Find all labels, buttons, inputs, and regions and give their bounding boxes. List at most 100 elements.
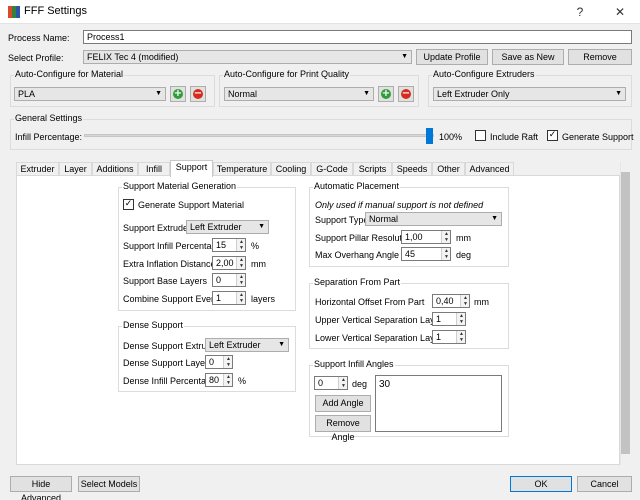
close-icon[interactable]: ✕ xyxy=(600,0,640,24)
spinner-arrows[interactable]: ▲ ▼ xyxy=(236,292,245,304)
tab-temperature[interactable]: Temperature xyxy=(213,162,271,176)
max-overhang-unit: deg xyxy=(456,250,472,260)
infill-slider-thumb[interactable] xyxy=(426,128,433,144)
spin-down-icon[interactable]: ▼ xyxy=(462,301,469,307)
quality-select[interactable]: Normal ▼ xyxy=(224,87,374,101)
spinner-arrows[interactable]: ▲ ▼ xyxy=(338,377,347,389)
support-type-value: Normal xyxy=(369,214,399,224)
add-quality-button[interactable]: + xyxy=(378,86,394,102)
plus-icon: + xyxy=(381,88,391,99)
chevron-down-icon: ▼ xyxy=(401,53,408,60)
infill-slider-track[interactable] xyxy=(84,134,434,137)
update-profile-button[interactable]: Update Profile xyxy=(416,49,488,65)
hide-advanced-button[interactable]: Hide Advanced xyxy=(10,476,72,500)
chevron-down-icon: ▼ xyxy=(615,90,622,97)
angle-input-spinner[interactable]: 0 ▲ ▼ xyxy=(314,376,348,390)
spin-down-icon[interactable]: ▼ xyxy=(340,383,347,389)
separation-title: Separation From Part xyxy=(313,277,402,287)
support-extruder-select[interactable]: Left Extruder ▼ xyxy=(186,220,269,234)
select-models-button[interactable]: Select Models xyxy=(78,476,140,492)
tab-additions[interactable]: Additions xyxy=(92,162,138,176)
dense-layers-spinner[interactable]: 0 ▲ ▼ xyxy=(205,355,233,369)
remove-material-button[interactable]: − xyxy=(190,86,206,102)
tab-support[interactable]: Support xyxy=(170,160,213,177)
spinner-arrows[interactable]: ▲ ▼ xyxy=(236,274,245,286)
spin-down-icon[interactable]: ▼ xyxy=(238,298,245,304)
remove-profile-button[interactable]: Remove xyxy=(568,49,632,65)
tab-infill[interactable]: Infill xyxy=(138,162,170,176)
spin-down-icon[interactable]: ▼ xyxy=(225,380,232,386)
max-overhang-value: 45 xyxy=(405,249,416,259)
chevron-down-icon: ▼ xyxy=(363,90,370,97)
spin-down-icon[interactable]: ▼ xyxy=(458,337,465,343)
dense-infill-spinner[interactable]: 80 ▲ ▼ xyxy=(205,373,233,387)
combine-support-spinner[interactable]: 1 ▲ ▼ xyxy=(212,291,246,305)
spin-down-icon[interactable]: ▼ xyxy=(443,254,450,260)
chevron-down-icon: ▼ xyxy=(278,341,285,348)
panel-scrollbar-thumb[interactable] xyxy=(621,172,630,454)
process-name-input[interactable] xyxy=(83,30,632,44)
spinner-arrows[interactable]: ▲ ▼ xyxy=(236,239,245,251)
extruders-select[interactable]: Left Extruder Only ▼ xyxy=(433,87,626,101)
spinner-arrows[interactable]: ▲ ▼ xyxy=(441,231,450,243)
tab-gcode[interactable]: G-Code xyxy=(311,162,353,176)
spin-down-icon[interactable]: ▼ xyxy=(238,263,245,269)
spinner-arrows[interactable]: ▲ ▼ xyxy=(456,313,465,325)
add-angle-button[interactable]: Add Angle xyxy=(315,395,371,412)
tab-layer[interactable]: Layer xyxy=(59,162,92,176)
dense-layers-label: Dense Support Layers xyxy=(123,358,213,368)
support-infill-percentage-unit: % xyxy=(251,241,260,251)
support-type-label: Support Type xyxy=(315,215,369,225)
tab-speeds[interactable]: Speeds xyxy=(392,162,432,176)
infill-percentage-value: 100% xyxy=(439,132,463,142)
spin-down-icon[interactable]: ▼ xyxy=(238,245,245,251)
profile-select[interactable]: FELIX Tec 4 (modified) ▼ xyxy=(83,50,412,64)
upper-separation-spinner[interactable]: 1 ▲ ▼ xyxy=(432,312,466,326)
app-icon xyxy=(8,6,20,18)
dense-infill-value: 80 xyxy=(209,375,220,385)
tab-other[interactable]: Other xyxy=(432,162,465,176)
remove-angle-button[interactable]: Remove Angle xyxy=(315,415,371,442)
save-as-new-button[interactable]: Save as New xyxy=(492,49,564,65)
help-button[interactable]: ? xyxy=(560,0,600,24)
max-overhang-spinner[interactable]: 45 ▲ ▼ xyxy=(401,247,451,261)
infill-angles-title: Support Infill Angles xyxy=(313,359,395,369)
spinner-arrows[interactable]: ▲ ▼ xyxy=(460,295,469,307)
remove-quality-button[interactable]: − xyxy=(398,86,414,102)
spinner-arrows[interactable]: ▲ ▼ xyxy=(223,356,232,368)
spinner-arrows[interactable]: ▲ ▼ xyxy=(223,374,232,386)
spin-down-icon[interactable]: ▼ xyxy=(225,362,232,368)
support-base-layers-spinner[interactable]: 0 ▲ ▼ xyxy=(212,273,246,287)
material-select[interactable]: PLA ▼ xyxy=(14,87,166,101)
lower-separation-spinner[interactable]: 1 ▲ ▼ xyxy=(432,330,466,344)
ok-button[interactable]: OK xyxy=(510,476,572,492)
generate-support-checkbox[interactable]: ✓ xyxy=(547,130,558,141)
spin-down-icon[interactable]: ▼ xyxy=(458,319,465,325)
spin-down-icon[interactable]: ▼ xyxy=(238,280,245,286)
spinner-arrows[interactable]: ▲ ▼ xyxy=(441,248,450,260)
support-generation-title: Support Material Generation xyxy=(122,181,238,191)
support-extruder-value: Left Extruder xyxy=(190,222,242,232)
spin-down-icon[interactable]: ▼ xyxy=(443,237,450,243)
support-extruder-label: Support Extruder xyxy=(123,223,192,233)
spinner-arrows[interactable]: ▲ ▼ xyxy=(456,331,465,343)
spinner-arrows[interactable]: ▲ ▼ xyxy=(236,257,245,269)
support-infill-percentage-spinner[interactable]: 15 ▲ ▼ xyxy=(212,238,246,252)
general-settings-title: General Settings xyxy=(14,113,84,123)
dense-extruder-select[interactable]: Left Extruder ▼ xyxy=(205,338,289,352)
horizontal-offset-spinner[interactable]: 0,40 ▲ ▼ xyxy=(432,294,470,308)
tab-advanced[interactable]: Advanced xyxy=(465,162,514,176)
extra-inflation-spinner[interactable]: 2,00 ▲ ▼ xyxy=(212,256,246,270)
add-material-button[interactable]: + xyxy=(170,86,186,102)
cancel-button[interactable]: Cancel xyxy=(577,476,632,492)
angles-list[interactable]: 30 xyxy=(375,375,502,432)
automatic-placement-title: Automatic Placement xyxy=(313,181,401,191)
pillar-resolution-spinner[interactable]: 1,00 ▲ ▼ xyxy=(401,230,451,244)
generate-support-material-checkbox[interactable]: ✓ xyxy=(123,199,134,210)
tab-cooling[interactable]: Cooling xyxy=(271,162,311,176)
tab-extruder[interactable]: Extruder xyxy=(16,162,59,176)
include-raft-checkbox[interactable] xyxy=(475,130,486,141)
tab-scripts[interactable]: Scripts xyxy=(353,162,392,176)
support-type-select[interactable]: Normal ▼ xyxy=(365,212,502,226)
plus-icon: + xyxy=(173,88,183,99)
